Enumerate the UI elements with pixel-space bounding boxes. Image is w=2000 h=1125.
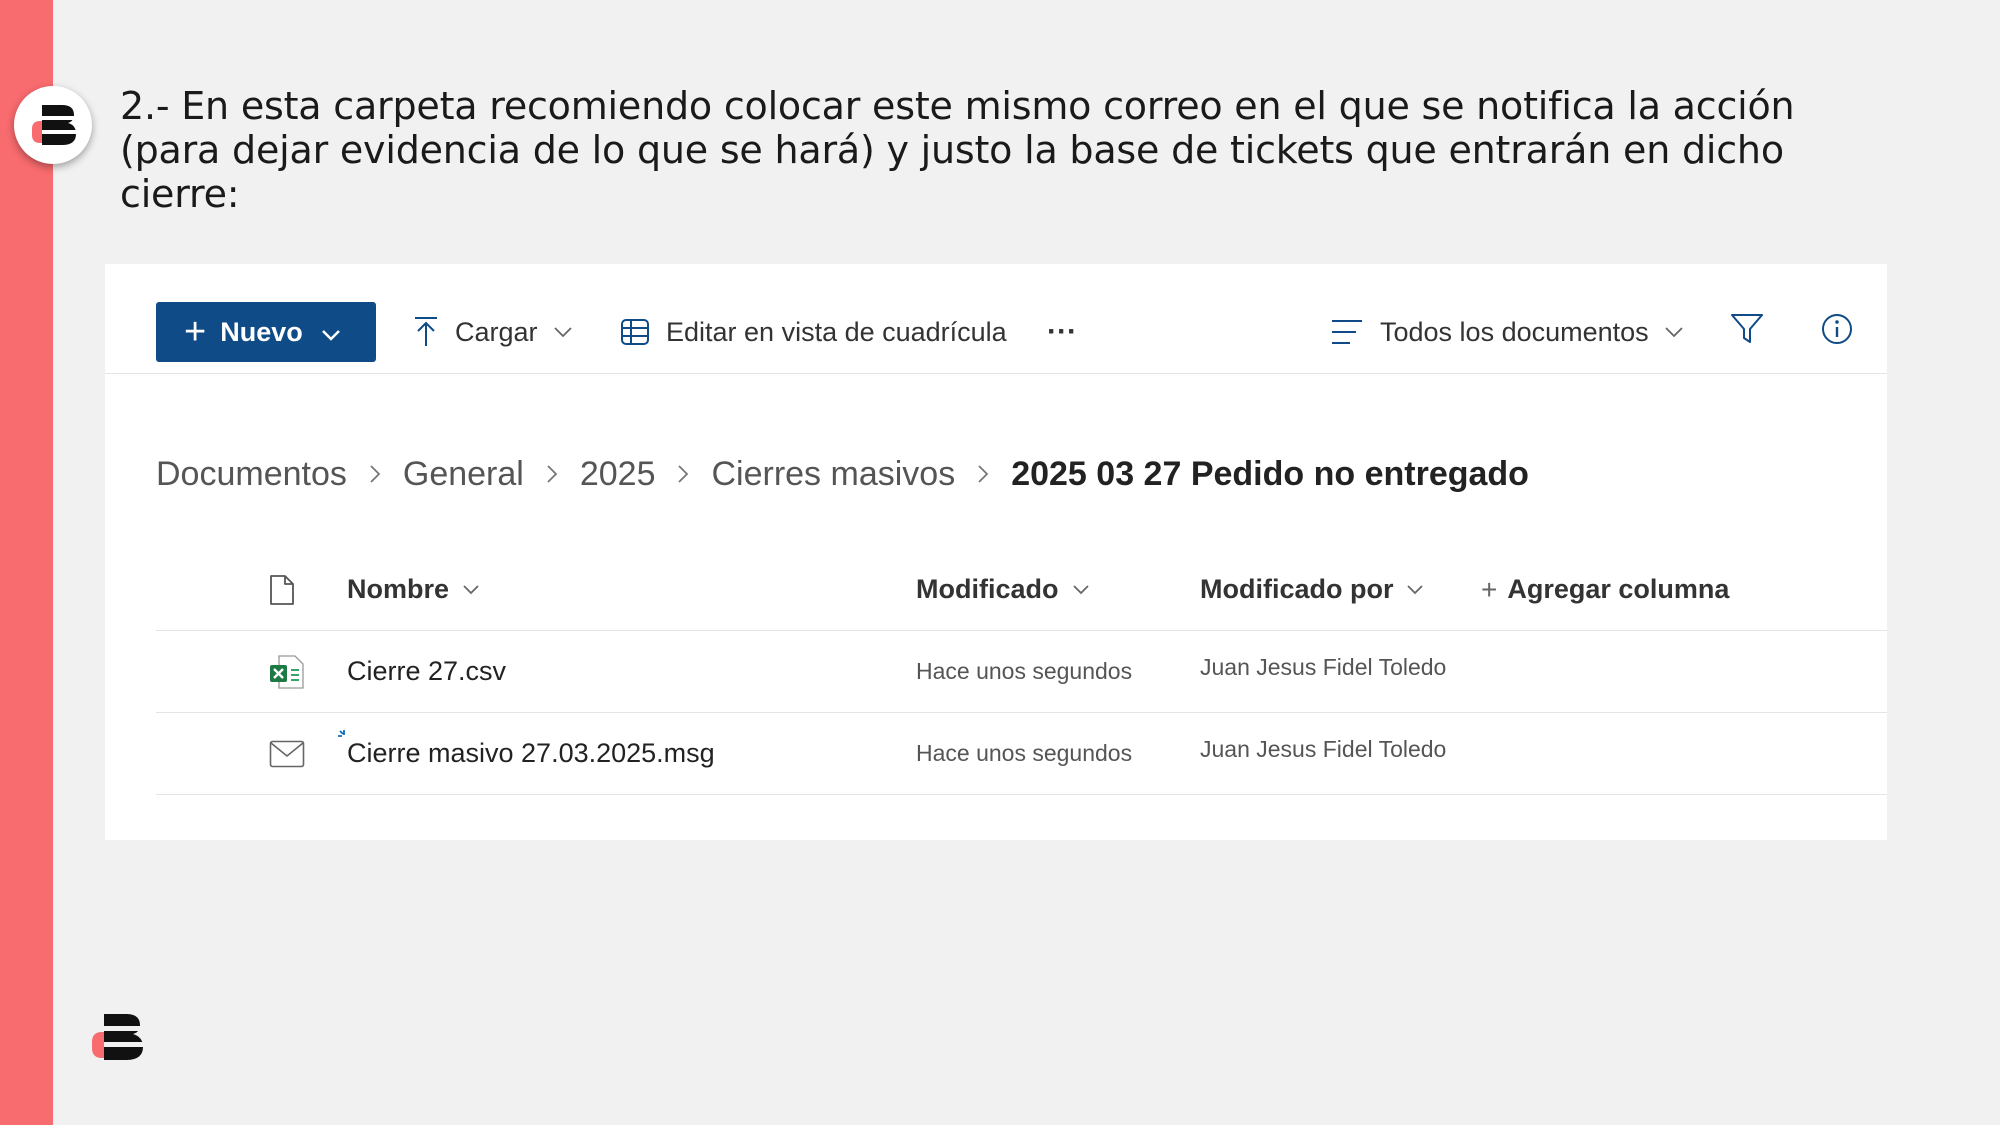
table-row[interactable]: Cierre 27.csv Hace unos segundos Juan Je… [156, 631, 1887, 713]
excel-file-icon [269, 631, 305, 712]
footer-logo-icon [88, 1012, 148, 1067]
new-button-label: Nuevo [220, 316, 303, 347]
plus-icon: + [184, 311, 207, 353]
info-button[interactable] [1821, 302, 1853, 362]
chevron-down-icon [1665, 326, 1683, 338]
accent-sidebar [0, 0, 53, 1125]
info-icon [1821, 313, 1853, 352]
chevron-right-icon [546, 464, 558, 484]
chevron-down-icon [553, 326, 572, 338]
modified-by-value: Juan Jesus Fidel Toledo [1200, 736, 1447, 762]
table-row[interactable]: Cierre masivo 27.03.2025.msg Hace unos s… [156, 713, 1887, 795]
plus-icon: + [1481, 573, 1498, 605]
file-name-link[interactable]: Cierre 27.csv [347, 631, 506, 712]
file-name-link[interactable]: Cierre masivo 27.03.2025.msg [347, 713, 715, 794]
upload-button[interactable]: Cargar [413, 302, 572, 362]
filter-button[interactable] [1730, 302, 1764, 362]
sharepoint-document-library: + Nuevo Cargar Editar en vista de cuadrí… [105, 264, 1887, 840]
breadcrumb-item[interactable]: Documentos [156, 455, 347, 494]
brand-logo-icon [32, 105, 78, 145]
upload-icon [413, 316, 439, 348]
chevron-down-icon [1407, 584, 1424, 595]
column-header-label: Modificado [916, 574, 1059, 604]
view-list-icon [1330, 318, 1364, 346]
breadcrumb-item[interactable]: Cierres masivos [711, 455, 955, 494]
view-selector-label: Todos los documentos [1380, 316, 1649, 347]
chevron-right-icon [977, 464, 989, 484]
slide-instruction: 2.- En esta carpeta recomiendo colocar e… [120, 84, 1795, 216]
chevron-down-icon [1072, 584, 1089, 595]
command-bar: + Nuevo Cargar Editar en vista de cuadrí… [105, 264, 1887, 374]
modified-value: Hace unos segundos [916, 658, 1133, 684]
chevron-right-icon [677, 464, 689, 484]
add-column-button[interactable]: + Agregar columna [1481, 549, 1729, 630]
chevron-right-icon [369, 464, 381, 484]
file-type-header-icon[interactable] [269, 549, 295, 630]
filter-icon [1730, 313, 1764, 352]
grid-edit-button[interactable]: Editar en vista de cuadrícula [620, 302, 1007, 362]
breadcrumb: Documentos General 2025 Cierres masivos … [156, 444, 1529, 504]
view-selector[interactable]: Todos los documentos [1330, 302, 1683, 362]
table-header: Nombre Modificado Modificado por + Agreg… [156, 549, 1887, 631]
chevron-down-icon [463, 584, 479, 595]
column-header-modified-by[interactable]: Modificado por [1200, 549, 1424, 630]
breadcrumb-item[interactable]: 2025 [580, 455, 656, 494]
grid-edit-label: Editar en vista de cuadrícula [666, 316, 1007, 347]
email-file-icon [269, 713, 305, 794]
column-header-name[interactable]: Nombre [347, 549, 479, 630]
upload-label: Cargar [455, 316, 538, 347]
chevron-down-icon [321, 317, 341, 348]
breadcrumb-item[interactable]: General [403, 455, 524, 494]
add-column-label: Agregar columna [1507, 574, 1730, 604]
new-button[interactable]: + Nuevo [156, 302, 376, 362]
modified-by-value: Juan Jesus Fidel Toledo [1200, 654, 1447, 680]
breadcrumb-current: 2025 03 27 Pedido no entregado [1011, 454, 1529, 493]
brand-badge [14, 86, 92, 164]
modified-value: Hace unos segundos [916, 740, 1133, 766]
column-header-label: Nombre [347, 574, 450, 604]
more-options-button[interactable]: ··· [1047, 302, 1077, 362]
column-header-modified[interactable]: Modificado [916, 549, 1089, 630]
grid-table-icon [620, 318, 650, 346]
column-header-label: Modificado por [1200, 574, 1394, 604]
